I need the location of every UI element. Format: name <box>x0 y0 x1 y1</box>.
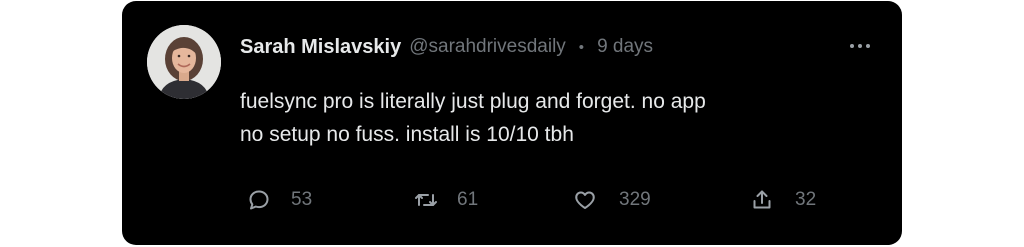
share-button[interactable]: 32 <box>750 187 816 213</box>
repost-count: 61 <box>457 189 479 210</box>
more-icon[interactable] <box>850 39 870 53</box>
repost-button[interactable]: 61 <box>413 187 478 213</box>
more-dot <box>850 44 854 48</box>
reply-icon <box>249 190 269 210</box>
post-text-line: fuelsync pro is literally just plug and … <box>240 90 706 113</box>
more-dot <box>858 44 862 48</box>
post-text: fuelsync pro is literally just plug and … <box>240 85 840 151</box>
author-handle[interactable]: @sarahdrivesdaily <box>409 36 566 58</box>
post-header: Sarah Mislavskiy @sarahdrivesdaily • 9 d… <box>240 34 653 60</box>
share-count: 32 <box>795 189 817 210</box>
header-separator: • <box>578 38 585 56</box>
heart-icon <box>575 191 595 209</box>
like-count: 329 <box>619 189 651 210</box>
avatar-image <box>147 25 221 99</box>
avatar[interactable] <box>147 25 221 99</box>
more-dot <box>866 44 870 48</box>
post-timestamp[interactable]: 9 days <box>597 36 653 58</box>
post-card[interactable]: Sarah Mislavskiy @sarahdrivesdaily • 9 d… <box>122 1 902 245</box>
reply-button[interactable]: 53 <box>247 187 312 213</box>
author-name[interactable]: Sarah Mislavskiy <box>240 36 401 59</box>
like-button[interactable]: 329 <box>573 187 651 213</box>
repost-icon <box>415 194 437 206</box>
share-icon <box>753 190 771 209</box>
reply-count: 53 <box>291 189 313 210</box>
post-text-line: no setup no fuss. install is 10/10 tbh <box>240 123 574 146</box>
